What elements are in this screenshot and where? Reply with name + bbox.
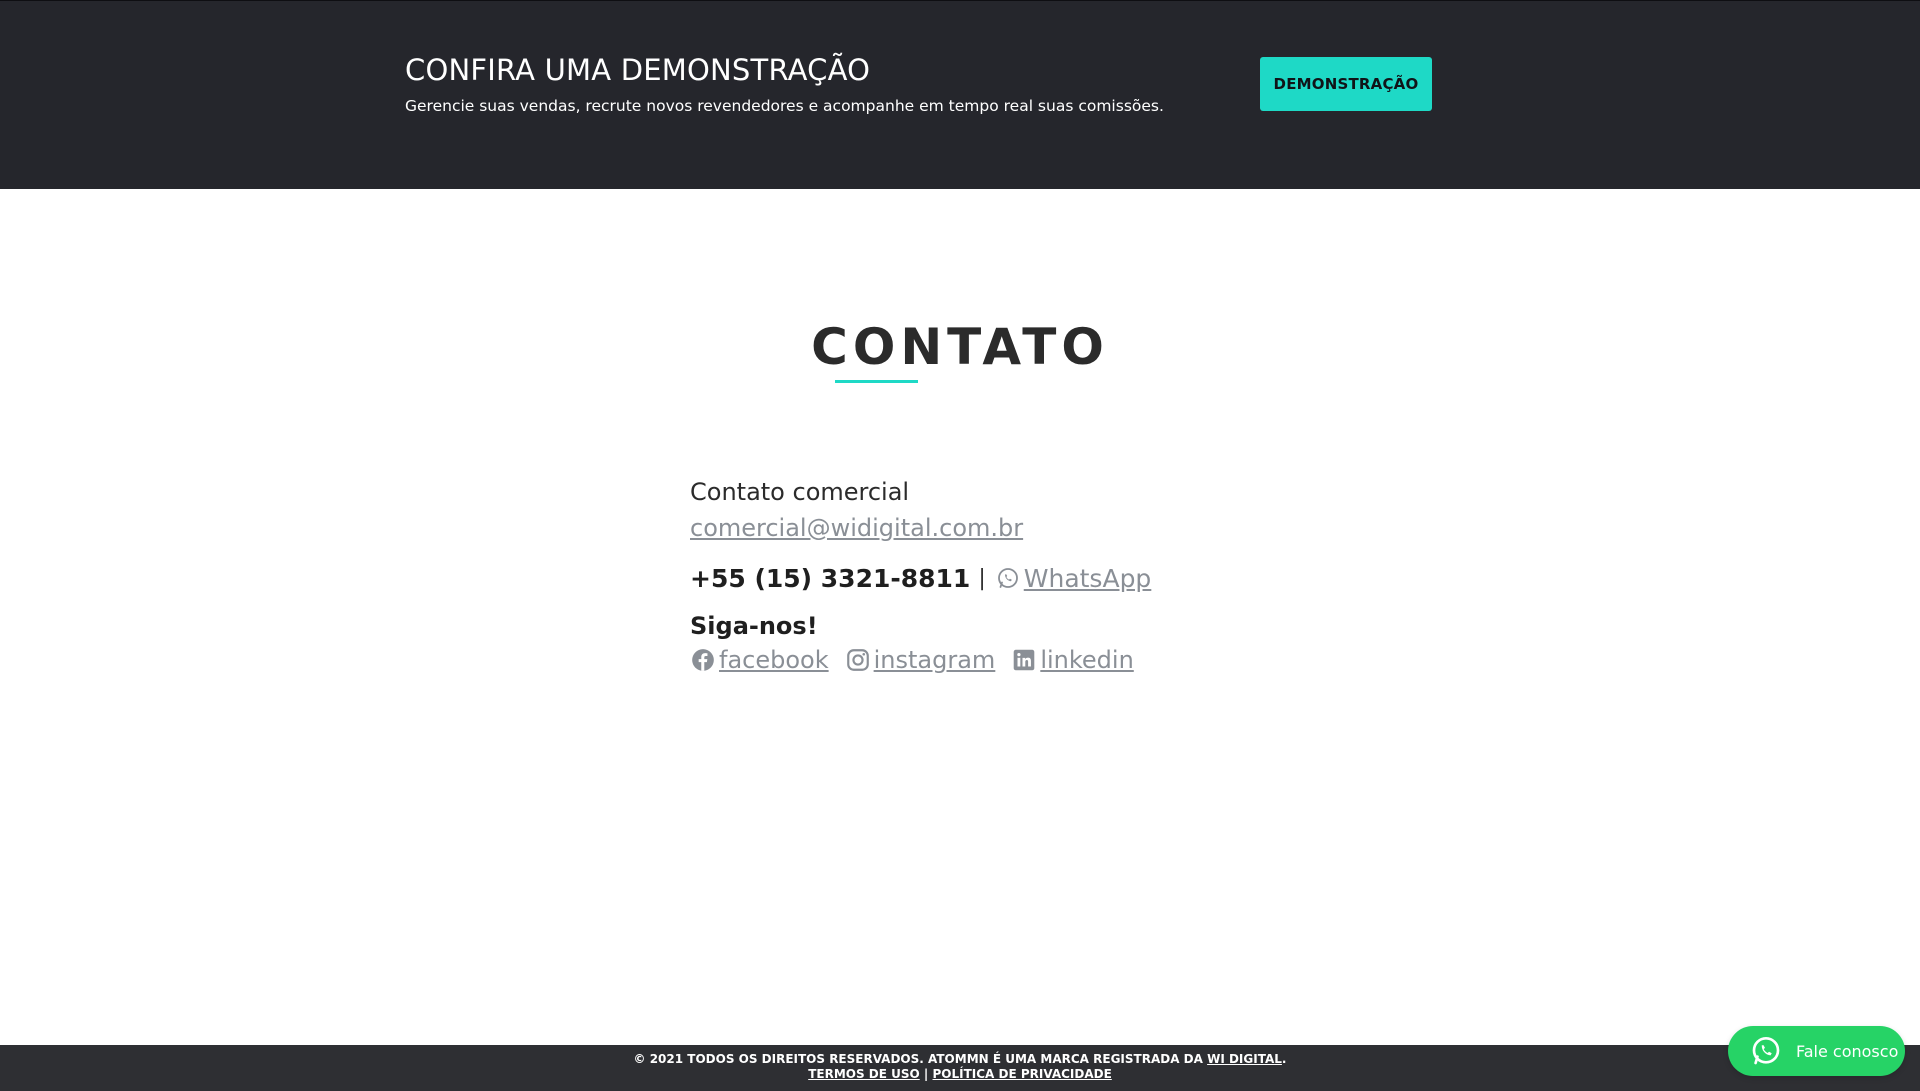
section-title: CONTATO: [811, 318, 1109, 376]
whatsapp-icon: [1752, 1037, 1780, 1065]
chat-label: Fale conosco: [1796, 1041, 1899, 1061]
facebook-icon: [692, 649, 714, 671]
whatsapp-chat-button[interactable]: Fale conosco: [1728, 1026, 1905, 1076]
footer: © 2021 TODOS OS DIREITOS RESERVADOS. ATO…: [0, 1045, 1920, 1091]
linkedin-icon: [1014, 649, 1035, 671]
social-links: facebook instagram linkedin: [690, 646, 1151, 674]
footer-copyright-line: © 2021 TODOS OS DIREITOS RESERVADOS. ATO…: [0, 1052, 1920, 1067]
whatsapp-link[interactable]: WhatsApp: [996, 563, 1152, 593]
footer-period: .: [1281, 1052, 1287, 1066]
phone-separator: |: [978, 565, 986, 591]
demo-button[interactable]: DEMONSTRAÇÃO: [1260, 57, 1432, 111]
whatsapp-icon: [997, 568, 1018, 588]
linkedin-label: linkedin: [1040, 646, 1134, 674]
terms-link[interactable]: TERMOS DE USO: [808, 1067, 920, 1081]
phone-number: +55 (15) 3321-8811: [690, 563, 971, 593]
instagram-icon: [846, 649, 869, 671]
demo-banner: CONFIRA UMA DEMONSTRAÇÃO Gerencie suas v…: [0, 0, 1920, 189]
instagram-link[interactable]: instagram: [845, 646, 996, 674]
privacy-link[interactable]: POLÍTICA DE PRIVACIDADE: [932, 1067, 1111, 1081]
wi-digital-link[interactable]: WI DIGITAL: [1207, 1052, 1282, 1066]
banner-title: CONFIRA UMA DEMONSTRAÇÃO: [405, 53, 871, 87]
footer-copyright: © 2021 TODOS OS DIREITOS RESERVADOS. ATO…: [633, 1052, 1203, 1066]
contact-block: Contato comercial comercial@widigital.co…: [690, 478, 1151, 674]
email-link[interactable]: comercial@widigital.com.br: [690, 514, 1023, 542]
footer-legal-line: TERMOS DE USO | POLÍTICA DE PRIVACIDADE: [0, 1067, 1920, 1082]
banner-subtitle: Gerencie suas vendas, recrute novos reve…: [405, 97, 1164, 115]
facebook-link[interactable]: facebook: [690, 646, 829, 674]
instagram-label: instagram: [873, 646, 996, 674]
linkedin-link[interactable]: linkedin: [1011, 646, 1134, 674]
title-underline: [835, 380, 918, 383]
commercial-contact-label: Contato comercial: [690, 478, 910, 506]
whatsapp-label: WhatsApp: [1023, 563, 1152, 593]
facebook-label: facebook: [719, 646, 829, 674]
follow-label: Siga-nos!: [690, 612, 818, 640]
page: CONFIRA UMA DEMONSTRAÇÃO Gerencie suas v…: [0, 0, 1920, 1091]
footer-separator: |: [923, 1067, 929, 1081]
phone-row: +55 (15) 3321-8811 | WhatsApp: [690, 560, 1151, 596]
